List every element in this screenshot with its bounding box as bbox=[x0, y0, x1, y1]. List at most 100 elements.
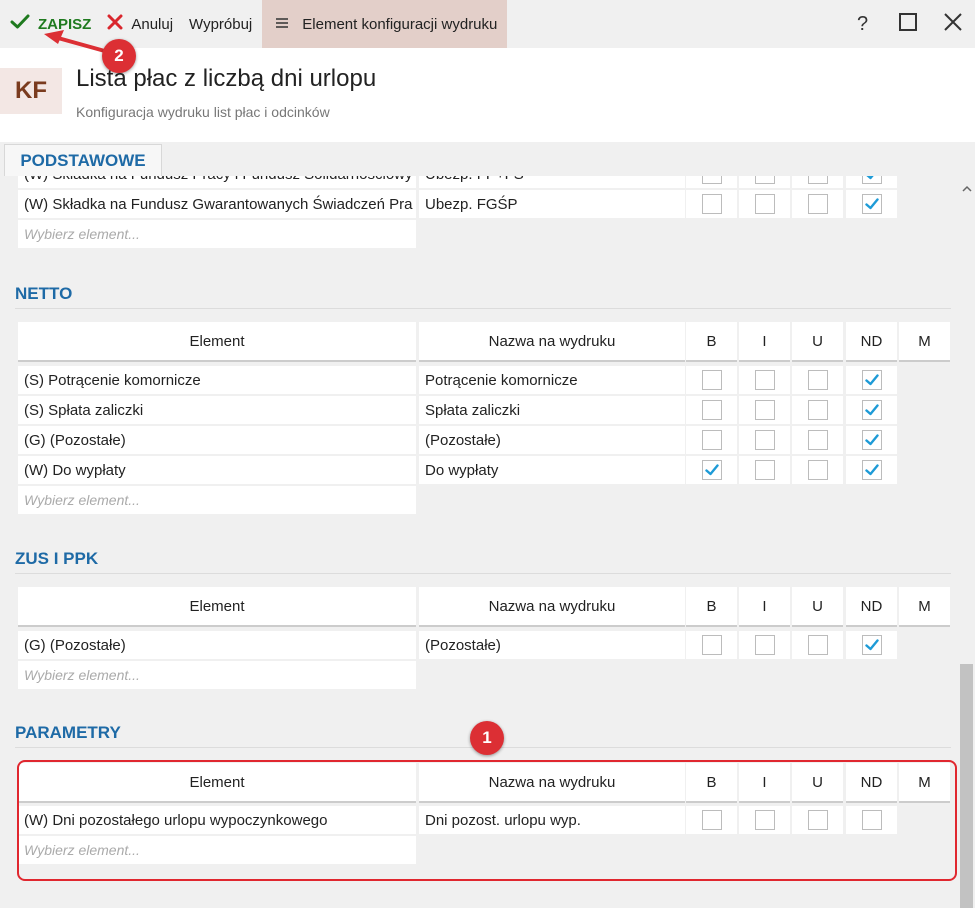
help-button[interactable]: ? bbox=[840, 0, 885, 48]
column-header-i[interactable]: I bbox=[739, 322, 790, 362]
checkbox-nd[interactable] bbox=[861, 400, 882, 420]
checkbox-nd[interactable] bbox=[861, 430, 882, 450]
checkbox-b[interactable] bbox=[701, 635, 722, 655]
column-header-i[interactable]: I bbox=[739, 587, 790, 627]
checkbox-b[interactable] bbox=[701, 400, 722, 420]
content-area: (W) Składka na Fundusz Pracy i Fundusz S… bbox=[0, 176, 958, 908]
scroll-up-icon[interactable] bbox=[958, 180, 975, 197]
column-header-nd[interactable]: ND bbox=[846, 587, 897, 627]
window-controls: ? bbox=[840, 0, 975, 48]
column-header-b[interactable]: B bbox=[686, 322, 737, 362]
column-header-u[interactable]: U bbox=[792, 587, 843, 627]
checkbox-nd[interactable] bbox=[861, 460, 882, 480]
m-cell bbox=[899, 426, 950, 454]
checkbox-nd[interactable] bbox=[861, 176, 882, 184]
column-header-name[interactable]: Nazwa na wydruku bbox=[419, 322, 685, 362]
header: KF Lista płac z liczbą dni urlopu Konfig… bbox=[0, 48, 975, 142]
print-name-cell[interactable]: Ubezp. FP+FS bbox=[419, 176, 685, 188]
m-cell bbox=[899, 366, 950, 394]
column-header-b[interactable]: B bbox=[686, 587, 737, 627]
checkbox-u[interactable] bbox=[807, 370, 828, 390]
column-header-element[interactable]: Element bbox=[18, 322, 416, 362]
menu-button[interactable]: Element konfiguracji wydruku bbox=[262, 0, 508, 48]
checkbox-u[interactable] bbox=[807, 176, 828, 184]
m-cell bbox=[899, 176, 950, 188]
print-name-cell[interactable]: Potrącenie komornicze bbox=[419, 366, 685, 394]
column-header-nd[interactable]: ND bbox=[846, 322, 897, 362]
check-icon bbox=[865, 176, 874, 180]
element-cell[interactable]: (G) (Pozostałe) bbox=[18, 426, 416, 454]
column-header-m[interactable]: M bbox=[899, 322, 950, 362]
column-header-element[interactable]: Element bbox=[18, 587, 416, 627]
check-icon bbox=[704, 464, 719, 476]
column-header-u[interactable]: U bbox=[792, 322, 843, 362]
checkbox-b[interactable] bbox=[701, 460, 722, 480]
checkbox-cell-b bbox=[686, 366, 737, 394]
element-cell[interactable]: (S) Potrącenie komornicze bbox=[18, 366, 416, 394]
checkbox-cell-i bbox=[739, 631, 790, 659]
section-title-netto: NETTO bbox=[15, 284, 73, 303]
print-name-cell[interactable]: (Pozostałe) bbox=[419, 631, 685, 659]
highlight-box bbox=[17, 760, 957, 881]
checkbox-b[interactable] bbox=[701, 430, 722, 450]
checkbox-u[interactable] bbox=[807, 194, 828, 214]
checkbox-cell-nd bbox=[846, 426, 897, 454]
try-label: Wypróbuj bbox=[189, 15, 253, 33]
close-window-button[interactable] bbox=[930, 0, 975, 48]
try-button[interactable]: Wypróbuj bbox=[181, 0, 260, 48]
checkbox-i[interactable] bbox=[754, 635, 775, 655]
element-cell[interactable]: (W) Składka na Fundusz Pracy i Fundusz S… bbox=[18, 176, 416, 188]
hamburger-icon bbox=[276, 16, 289, 33]
checkbox-cell-u bbox=[792, 366, 843, 394]
checkbox-cell-b bbox=[686, 456, 737, 484]
checkbox-i[interactable] bbox=[754, 176, 775, 184]
vertical-scrollbar[interactable] bbox=[958, 176, 975, 908]
checkbox-cell-i bbox=[739, 396, 790, 424]
checkbox-cell-b bbox=[686, 190, 737, 218]
column-header-name[interactable]: Nazwa na wydruku bbox=[419, 587, 685, 627]
checkbox-i[interactable] bbox=[754, 430, 775, 450]
checkbox-b[interactable] bbox=[701, 176, 722, 184]
checkbox-u[interactable] bbox=[807, 635, 828, 655]
m-cell bbox=[899, 396, 950, 424]
element-cell[interactable]: (S) Spłata zaliczki bbox=[18, 396, 416, 424]
scroll-thumb[interactable] bbox=[960, 664, 973, 908]
checkbox-nd[interactable] bbox=[861, 635, 882, 655]
element-cell[interactable]: (W) Składka na Fundusz Gwarantowanych Św… bbox=[18, 190, 416, 218]
add-element-input[interactable]: Wybierz element... bbox=[18, 220, 416, 248]
checkbox-cell-b bbox=[686, 396, 737, 424]
checkbox-cell-i bbox=[739, 190, 790, 218]
checkbox-cell-u bbox=[792, 426, 843, 454]
cancel-label: Anuluj bbox=[131, 15, 174, 33]
checkbox-nd[interactable] bbox=[861, 370, 882, 390]
checkbox-u[interactable] bbox=[807, 460, 828, 480]
checkbox-cell-b bbox=[686, 631, 737, 659]
print-name-cell[interactable]: Do wypłaty bbox=[419, 456, 685, 484]
checkbox-cell-i bbox=[739, 456, 790, 484]
checkbox-nd[interactable] bbox=[861, 194, 882, 214]
checkbox-i[interactable] bbox=[754, 194, 775, 214]
checkbox-b[interactable] bbox=[701, 194, 722, 214]
tab-podstawowe[interactable]: PODSTAWOWE bbox=[4, 144, 162, 176]
checkbox-i[interactable] bbox=[754, 460, 775, 480]
add-element-input[interactable]: Wybierz element... bbox=[18, 661, 416, 689]
checkbox-i[interactable] bbox=[754, 370, 775, 390]
maximize-button[interactable] bbox=[885, 0, 930, 48]
element-cell[interactable]: (G) (Pozostałe) bbox=[18, 631, 416, 659]
checkbox-cell-b bbox=[686, 426, 737, 454]
checkbox-i[interactable] bbox=[754, 400, 775, 420]
checkbox-cell-nd bbox=[846, 366, 897, 394]
checkbox-b[interactable] bbox=[701, 370, 722, 390]
checkbox-cell-u bbox=[792, 176, 843, 188]
column-header-m[interactable]: M bbox=[899, 587, 950, 627]
print-name-cell[interactable]: Ubezp. FGŚP bbox=[419, 190, 685, 218]
checkbox-u[interactable] bbox=[807, 430, 828, 450]
checkbox-cell-i bbox=[739, 366, 790, 394]
checkbox-cell-nd bbox=[846, 190, 897, 218]
print-name-cell[interactable]: (Pozostałe) bbox=[419, 426, 685, 454]
element-cell[interactable]: (W) Do wypłaty bbox=[18, 456, 416, 484]
print-name-cell[interactable]: Spłata zaliczki bbox=[419, 396, 685, 424]
save-button[interactable]: ZAPISZ bbox=[0, 0, 99, 48]
checkbox-u[interactable] bbox=[807, 400, 828, 420]
add-element-input[interactable]: Wybierz element... bbox=[18, 486, 416, 514]
